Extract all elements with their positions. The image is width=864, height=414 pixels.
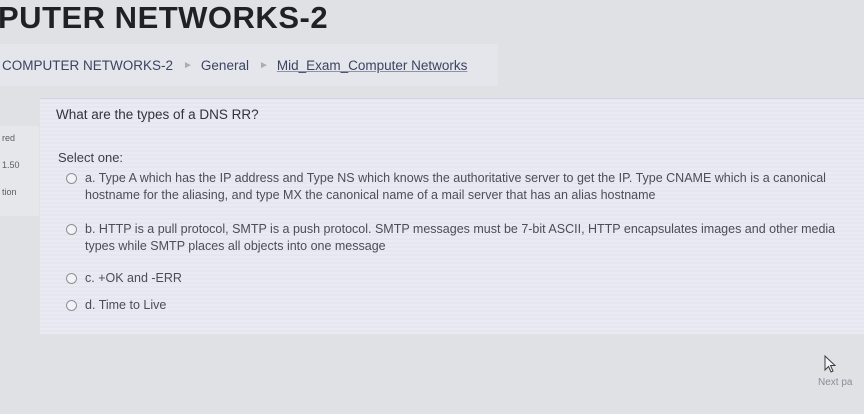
breadcrumb-separator-icon: ► <box>183 59 193 71</box>
answer-option-d[interactable]: d. Time to Live <box>66 297 864 314</box>
option-letter: d. <box>85 298 96 312</box>
breadcrumb-section-link[interactable]: General <box>201 58 249 73</box>
next-page-label[interactable]: Next pa <box>818 377 852 388</box>
question-status: red <box>2 133 16 143</box>
breadcrumb-course-link[interactable]: COMPUTER NETWORKS-2 <box>2 58 173 73</box>
breadcrumb: COMPUTER NETWORKS-2 ► General ► Mid_Exam… <box>0 44 498 86</box>
option-text: +OK and -ERR <box>98 271 182 285</box>
breadcrumb-separator-icon: ► <box>258 59 269 71</box>
radio-button[interactable] <box>66 224 77 235</box>
radio-button[interactable] <box>66 300 77 311</box>
answer-option-b[interactable]: b. HTTP is a pull protocol, SMTP is a pu… <box>66 221 864 255</box>
radio-button[interactable] <box>66 273 77 284</box>
option-letter: c. <box>85 271 95 285</box>
option-text: Type A which has the IP address and Type… <box>85 171 826 202</box>
course-title: PUTER NETWORKS-2 <box>0 0 329 35</box>
breadcrumb-exam-link[interactable]: Mid_Exam_Computer Networks <box>277 58 468 73</box>
mouse-cursor-icon <box>824 355 836 373</box>
option-letter: b. <box>85 222 96 236</box>
question-marks: 1.50 <box>2 160 20 170</box>
option-text: HTTP is a pull protocol, SMTP is a push … <box>85 222 836 253</box>
radio-button[interactable] <box>66 173 77 184</box>
option-letter: a. <box>85 171 96 185</box>
answer-option-c[interactable]: c. +OK and -ERR <box>66 270 864 287</box>
question-text: What are the types of a DNS RR? <box>56 107 259 122</box>
answer-option-a[interactable]: a. Type A which has the IP address and T… <box>66 170 864 204</box>
option-text: Time to Live <box>98 298 167 312</box>
select-one-prompt: Select one: <box>58 150 124 165</box>
flag-question-label[interactable]: tion <box>2 187 17 197</box>
next-page-button[interactable]: Next pa <box>818 355 864 395</box>
question-info-panel: red 1.50 tion <box>0 126 39 216</box>
